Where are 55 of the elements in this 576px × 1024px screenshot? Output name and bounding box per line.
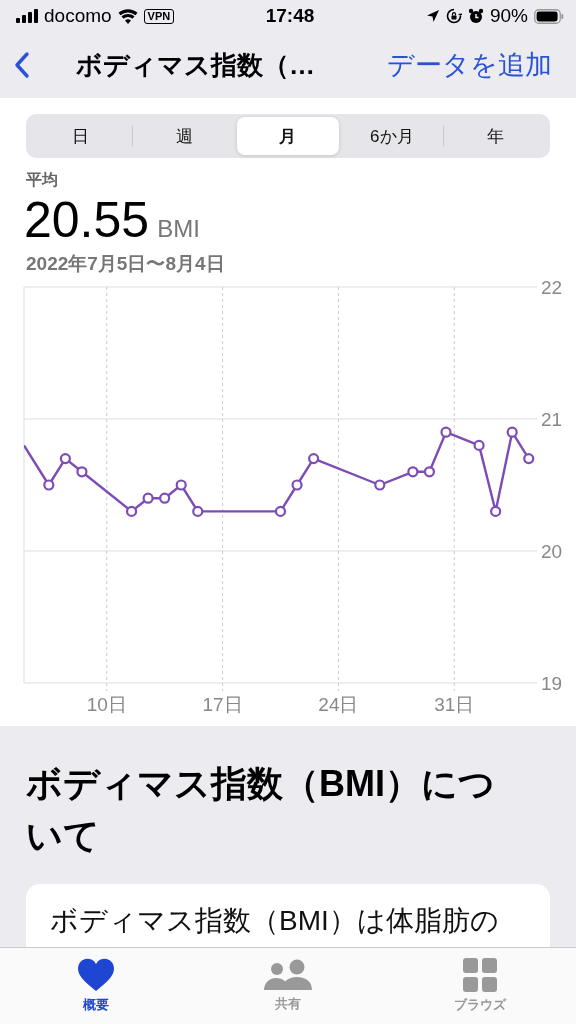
- x-axis-label: 31日: [434, 694, 475, 715]
- carrier-name: docomo: [44, 5, 112, 27]
- back-chevron-icon[interactable]: [14, 51, 30, 79]
- x-axis-label: 10日: [86, 694, 127, 715]
- data-point: [192, 505, 204, 517]
- data-point: [59, 453, 71, 465]
- data-point: [490, 505, 502, 517]
- status-time: 17:48: [265, 5, 315, 27]
- data-point: [374, 479, 386, 491]
- rotation-lock-icon: [445, 8, 462, 24]
- data-point: [423, 466, 436, 478]
- data-point: [43, 479, 55, 491]
- vpn-badge: VPN: [143, 8, 175, 24]
- data-point: [440, 426, 452, 438]
- people-icon: [264, 959, 312, 991]
- segment-tab[interactable]: 週: [132, 117, 236, 155]
- average-label: 平均: [26, 170, 59, 190]
- add-data-link[interactable]: データを追加: [387, 47, 552, 83]
- x-axis-label: 24日: [318, 694, 359, 715]
- data-point: [473, 439, 485, 451]
- wifi-icon: [117, 8, 138, 24]
- nav-title: ボディマス指数（…: [76, 48, 316, 82]
- y-axis-label: 22: [541, 281, 563, 298]
- tab-bar-item[interactable]: 概要: [41, 948, 151, 1024]
- segment-tab[interactable]: 日: [29, 117, 132, 155]
- battery-percent: 90%: [489, 5, 528, 27]
- y-axis-label: 20: [541, 541, 563, 562]
- data-point: [523, 453, 535, 465]
- data-point: [159, 492, 171, 504]
- alarm-clock-icon: [467, 8, 484, 24]
- data-point: [142, 492, 154, 504]
- y-axis-label: 21: [541, 409, 563, 430]
- data-point: [76, 466, 88, 478]
- data-point: [175, 479, 187, 491]
- unit-label: BMI: [157, 215, 200, 243]
- data-point: [308, 453, 320, 465]
- segment-tab[interactable]: 年: [444, 117, 547, 155]
- date-range: 2022年7月5日〜8月4日: [26, 252, 226, 276]
- segment-tab[interactable]: 6か月: [340, 117, 444, 155]
- data-point: [506, 426, 518, 438]
- segment-tab[interactable]: 月: [236, 117, 340, 155]
- x-axis-label: 17日: [202, 694, 243, 715]
- data-point: [291, 479, 303, 491]
- section-heading: ボディマス指数（BMI）について: [26, 762, 496, 858]
- description-text: ボディマス指数（BMI）は体脂肪の: [50, 905, 499, 936]
- battery-icon: [534, 8, 564, 24]
- heart-icon: [77, 958, 115, 992]
- data-point: [274, 505, 287, 517]
- location-arrow-icon: [425, 9, 440, 23]
- grid-icon: [463, 958, 497, 992]
- y-axis-label: 19: [541, 673, 563, 694]
- signal-icon: [16, 9, 38, 23]
- data-point: [125, 505, 138, 517]
- data-point: [407, 466, 419, 478]
- average-value: 20.55: [24, 191, 150, 249]
